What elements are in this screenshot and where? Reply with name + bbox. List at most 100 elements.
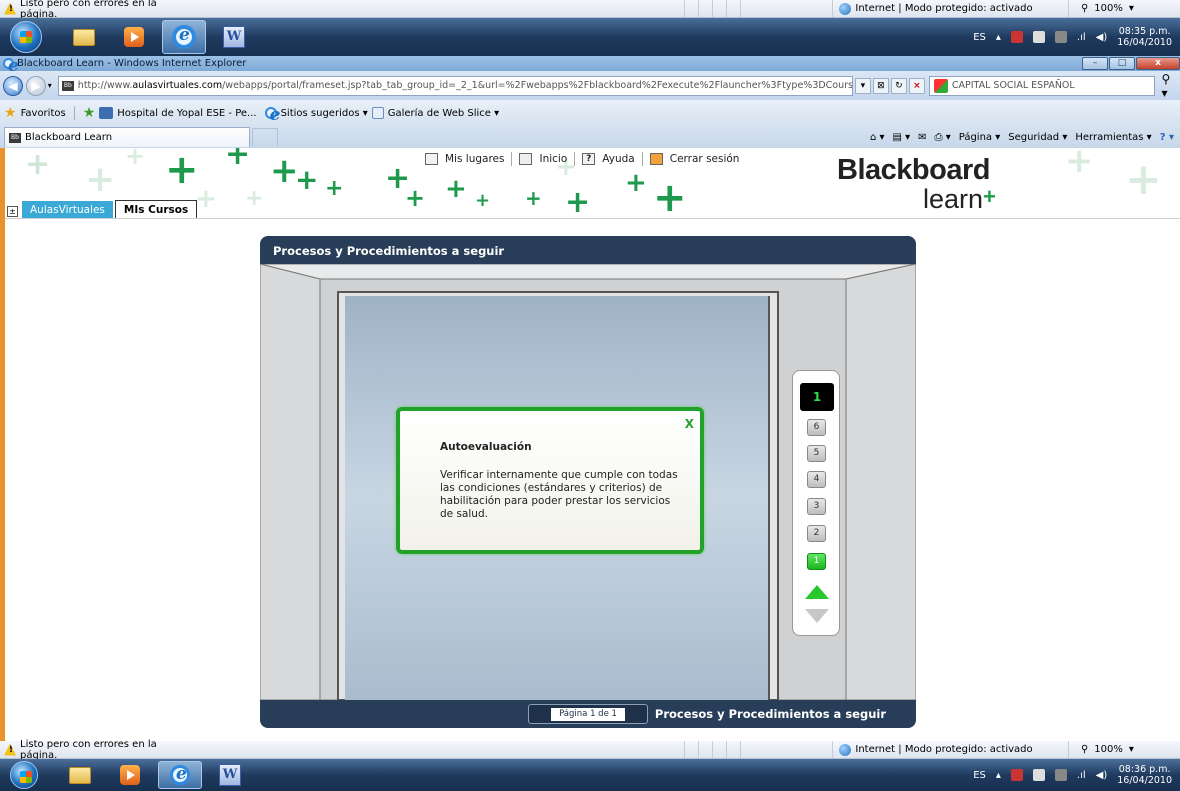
minimize-button[interactable]: –: [1082, 57, 1108, 70]
taskbar-word[interactable]: W: [208, 761, 252, 789]
clock[interactable]: 08:35 p.m. 16/04/2010: [1117, 26, 1172, 48]
floor-button-6[interactable]: 6: [807, 419, 826, 436]
link-ayuda[interactable]: Ayuda: [602, 153, 634, 165]
floor-button-4[interactable]: 4: [807, 471, 826, 488]
help-icon[interactable]: ? ▾: [1160, 132, 1174, 143]
taskbar-media[interactable]: [108, 761, 152, 789]
bb-favicon: Bb: [61, 80, 74, 91]
favorites-button[interactable]: Favoritos: [21, 108, 66, 119]
language-indicator[interactable]: ES: [973, 32, 986, 43]
fav-item-webslice[interactable]: Galería de Web Slice ▾: [388, 108, 499, 119]
tray-app-icon[interactable]: [1010, 769, 1023, 781]
start-button[interactable]: [10, 21, 42, 53]
forward-button[interactable]: ▶: [25, 75, 46, 96]
search-provider-icon: [933, 78, 948, 93]
menu-toggle-icon[interactable]: ±: [7, 206, 18, 217]
tools-menu[interactable]: Herramientas ▾: [1075, 132, 1151, 143]
new-tab-button[interactable]: [252, 128, 278, 146]
add-favorite-icon[interactable]: ★: [83, 105, 96, 121]
arrow-down-icon[interactable]: [805, 609, 829, 623]
link-cerrar-sesion[interactable]: Cerrar sesión: [670, 153, 740, 165]
stop-icon[interactable]: ×: [908, 77, 925, 94]
browser-tab[interactable]: Bb Blackboard Learn: [4, 127, 250, 147]
print-icon[interactable]: ⎙ ▾: [935, 132, 951, 143]
tab-mis-cursos[interactable]: MIs Cursos: [114, 200, 198, 218]
signal-icon[interactable]: .ıl: [1077, 32, 1086, 43]
tray-arrow-icon[interactable]: ▴: [996, 770, 1001, 781]
zoom-level[interactable]: 100%: [1094, 3, 1123, 14]
start-button[interactable]: [10, 761, 38, 789]
module-footer: Página 1 de 1 Procesos y Procedimientos …: [260, 700, 916, 728]
site-icon: [99, 107, 114, 119]
signal-icon[interactable]: .ıl: [1077, 770, 1086, 781]
mail-icon[interactable]: ✉: [918, 132, 926, 143]
home-icon[interactable]: ⌂ ▾: [870, 132, 885, 143]
favorites-star-icon[interactable]: ★: [4, 105, 17, 121]
taskbar-explorer[interactable]: [58, 761, 102, 789]
floor-button-1[interactable]: 1: [807, 553, 826, 570]
status-bar-top: Listo pero con errores en la página. Int…: [0, 0, 1180, 20]
warning-icon[interactable]: [4, 743, 17, 756]
address-dropdown-icon[interactable]: ▾: [854, 77, 871, 94]
language-indicator[interactable]: ES: [973, 770, 986, 781]
home-icon: [519, 153, 533, 165]
blackboard-logo: Blackboard: [837, 154, 990, 186]
favorites-bar: ★ Favoritos ★ Hospital de Yopal ESE - Pe…: [0, 100, 1180, 126]
address-bar[interactable]: Bb http://www. aulasvirtuales.com/webapps…: [57, 75, 853, 96]
feeds-icon[interactable]: ▤ ▾: [893, 132, 911, 143]
page-label: Página 1 de 1: [551, 708, 625, 721]
fav-item-sitios[interactable]: Sitios sugeridos ▾: [281, 108, 368, 119]
word-icon: W: [219, 764, 241, 786]
network-icon[interactable]: [1054, 769, 1067, 781]
zoom-level[interactable]: 100%: [1094, 744, 1123, 755]
ie-small-icon: [264, 105, 280, 125]
search-icon[interactable]: ⚲ ▾: [1161, 72, 1180, 100]
compat-view-icon[interactable]: ⊠: [872, 77, 889, 94]
tray-arrow-icon[interactable]: ▴: [996, 32, 1001, 43]
link-mis-lugares[interactable]: Mis lugares: [445, 153, 504, 165]
maximize-button[interactable]: □: [1109, 57, 1135, 70]
taskbar-ie[interactable]: [158, 761, 202, 789]
taskbar-explorer[interactable]: [62, 20, 106, 54]
clock[interactable]: 08:36 p.m. 16/04/2010: [1117, 764, 1172, 786]
module-title: Procesos y Procedimientos a seguir: [260, 236, 916, 264]
tray-app-icon[interactable]: [1010, 31, 1023, 43]
page-menu[interactable]: Página ▾: [959, 132, 1001, 143]
arrow-up-icon[interactable]: [805, 585, 829, 599]
volume-icon[interactable]: ◀): [1096, 770, 1108, 781]
media-player-icon: [120, 765, 140, 785]
floor-button-3[interactable]: 3: [807, 498, 826, 515]
taskbar-top: W ES ▴ .ıl ◀) 08:35 p.m.16/04/2010: [0, 18, 1180, 56]
tab-aulas-virtuales[interactable]: AulasVirtuales: [22, 201, 113, 218]
close-window-button[interactable]: x: [1136, 57, 1180, 70]
warning-icon[interactable]: [4, 2, 17, 15]
volume-icon[interactable]: ◀): [1096, 32, 1108, 43]
network-icon[interactable]: [1054, 31, 1067, 43]
search-input[interactable]: CAPITAL SOCIAL ESPAÑOL: [928, 75, 1156, 96]
zoom-icon[interactable]: ⚲: [1081, 744, 1088, 755]
taskbar-ie[interactable]: [162, 20, 206, 54]
status-text: Listo pero con errores en la página.: [20, 738, 157, 761]
flag-icon[interactable]: [1032, 769, 1045, 781]
flag-icon[interactable]: [1032, 31, 1045, 43]
webslice-icon: [371, 107, 384, 119]
back-button[interactable]: ◀: [3, 75, 23, 96]
refresh-icon[interactable]: ↻: [890, 77, 907, 94]
zoom-icon[interactable]: ⚲: [1081, 3, 1088, 14]
info-popup: X Autoevaluación Verificar internamente …: [396, 407, 704, 554]
link-inicio[interactable]: Inicio: [539, 153, 567, 165]
taskbar-media[interactable]: [112, 20, 156, 54]
safety-menu[interactable]: Seguridad ▾: [1008, 132, 1067, 143]
floor-panel: 1 6 5 4 3 2 1: [792, 370, 840, 636]
status-text: Listo pero con errores en la página.: [20, 0, 157, 20]
left-frame-strip: [0, 148, 5, 744]
folder-icon: [69, 766, 91, 784]
system-tray: ES ▴ .ıl ◀) 08:36 p.m. 16/04/2010: [973, 764, 1180, 786]
floor-button-2[interactable]: 2: [807, 525, 826, 542]
history-dropdown-icon[interactable]: ▾: [48, 81, 52, 90]
taskbar-word[interactable]: W: [212, 20, 256, 54]
fav-item-hospital[interactable]: Hospital de Yopal ESE - Pe...: [117, 108, 256, 119]
close-popup-button[interactable]: X: [685, 417, 694, 431]
floor-button-5[interactable]: 5: [807, 445, 826, 462]
window-titlebar: Blackboard Learn - Windows Internet Expl…: [0, 56, 1180, 76]
